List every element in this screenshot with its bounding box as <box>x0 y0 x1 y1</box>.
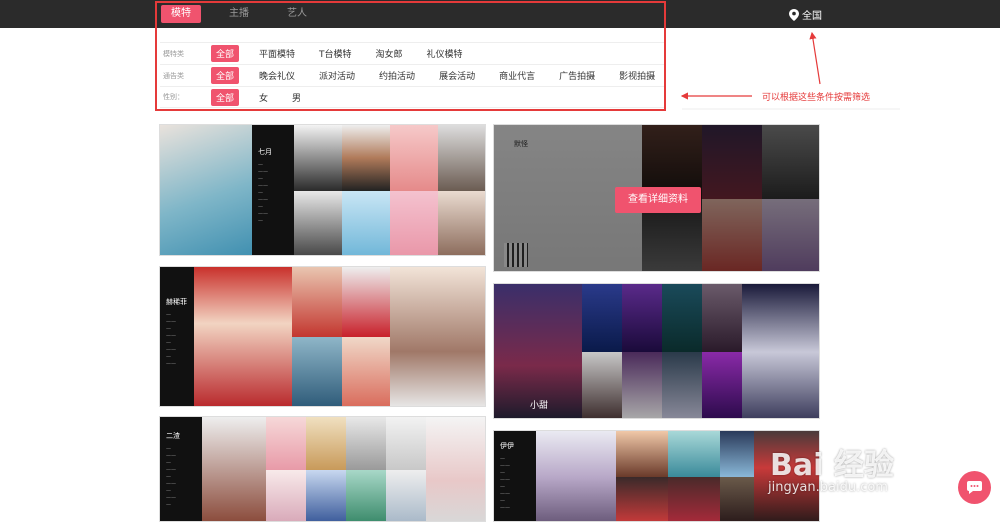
model-card-hovered[interactable]: 默怪 查看详细资料 <box>493 124 820 272</box>
model-photo <box>306 417 346 470</box>
model-photo <box>742 284 819 418</box>
model-card[interactable]: 赫稀菲 — —— — —— — —— — —— <box>159 266 486 407</box>
chat-button[interactable] <box>958 471 991 504</box>
model-info-panel: 七月 — —— — —— — —— — —— — <box>252 125 294 255</box>
baidu-jingyan-watermark: Bai 经验 <box>770 448 894 483</box>
model-photo <box>292 267 342 337</box>
model-photo <box>194 267 292 406</box>
model-photo <box>342 125 390 191</box>
model-card[interactable]: 小甜 <box>493 283 820 419</box>
model-photo <box>390 191 438 255</box>
chat-bubble-icon <box>967 481 982 494</box>
model-photo <box>438 191 485 255</box>
model-photo <box>702 284 742 352</box>
model-photo <box>160 125 252 255</box>
model-card[interactable]: 七月 — —— — —— — —— — —— — <box>159 124 486 256</box>
model-photo <box>202 417 266 521</box>
model-name: 小甜 <box>530 401 549 411</box>
model-photo <box>720 477 754 521</box>
model-info-panel: 二渣 — —— — —— — —— — —— — <box>160 417 202 521</box>
model-photo <box>294 191 342 255</box>
model-photo <box>390 267 485 406</box>
model-card[interactable]: 二渣 — —— — —— — —— — —— — <box>159 416 486 522</box>
model-photo <box>346 417 386 470</box>
model-photo <box>342 267 390 337</box>
model-photo <box>386 417 426 470</box>
model-photo <box>342 337 390 406</box>
model-name: 伊伊 <box>500 442 514 450</box>
model-photo <box>662 284 702 352</box>
model-photo <box>662 352 702 418</box>
model-photo <box>616 431 668 477</box>
view-details-button[interactable]: 查看详细资料 <box>615 187 701 213</box>
model-photo <box>668 431 720 477</box>
model-photo <box>266 470 306 521</box>
model-photo <box>702 352 742 418</box>
model-photo <box>622 352 662 418</box>
model-photo <box>438 125 485 191</box>
model-photo <box>536 431 616 521</box>
model-photo <box>720 431 754 477</box>
model-photo <box>390 125 438 191</box>
model-photo <box>292 337 342 406</box>
model-info-panel: 伊伊 — —— — —— — —— — —— <box>494 431 536 521</box>
model-photo <box>426 417 485 521</box>
model-photo <box>582 352 622 418</box>
model-name: 七月 <box>258 148 272 156</box>
model-photo <box>306 470 346 521</box>
model-photo <box>266 417 306 470</box>
model-info-panel: 赫稀菲 — —— — —— — —— — —— <box>160 267 194 406</box>
model-photo <box>668 477 720 521</box>
model-name: 二渣 <box>166 432 180 440</box>
model-photo <box>622 284 662 352</box>
baidu-jingyan-url: jingyan.baidu.com <box>768 480 888 495</box>
model-name: 赫稀菲 <box>166 298 187 306</box>
model-photo <box>346 470 386 521</box>
model-photo <box>294 125 342 191</box>
model-photo <box>616 477 668 521</box>
model-photo <box>342 191 390 255</box>
model-photo <box>582 284 622 352</box>
model-photo <box>386 470 426 521</box>
